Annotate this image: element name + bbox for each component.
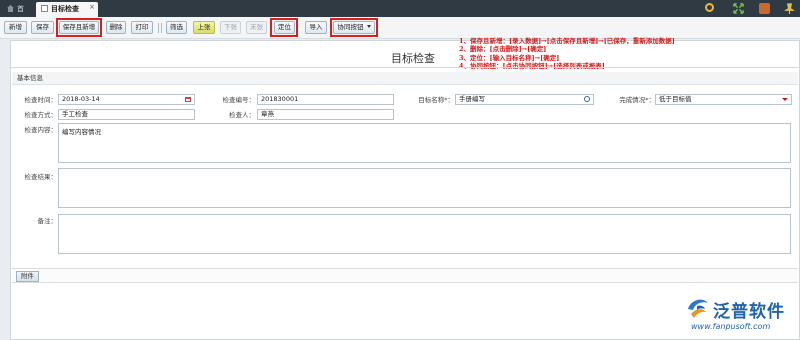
logo-url: www.fanpusoft.com <box>691 322 771 331</box>
check-result-label: 检查结果： <box>24 173 58 181</box>
save-button[interactable]: 保存 <box>31 21 54 34</box>
last-button[interactable]: 末张 <box>246 21 267 34</box>
section-basic-info: 基本信息 <box>12 72 798 85</box>
logo-mark-icon <box>688 299 708 318</box>
check-no-label: 检查编号： <box>222 96 256 104</box>
page-title: 目标检查 <box>391 52 435 65</box>
inspector-label: 检查人： <box>229 111 255 119</box>
locate-button[interactable]: 定位 <box>274 21 295 34</box>
chevron-down-icon[interactable] <box>782 98 788 101</box>
check-method-field[interactable]: 手工检查 <box>58 109 195 120</box>
user-icon[interactable] <box>759 3 770 14</box>
calendar-icon[interactable] <box>185 97 191 102</box>
expand-icon[interactable] <box>733 3 744 14</box>
target-name-value: 手册编写 <box>459 95 485 103</box>
toolbar-divider <box>161 23 162 33</box>
check-content-textarea[interactable]: 编写内容情况 <box>58 123 791 163</box>
document-icon <box>41 5 48 12</box>
next-button[interactable]: 下张 <box>220 21 241 34</box>
close-icon[interactable]: × <box>89 0 95 15</box>
note-line: 2、删除：[点击删除]→[确定] <box>459 45 547 54</box>
brand-logo: 泛普软件 www.fanpusoft.com <box>679 293 800 337</box>
check-result-textarea[interactable] <box>58 168 791 208</box>
toolbar-divider <box>158 23 159 33</box>
main-panel: 目标检查 1、保存且新增：[录入数据]→[点击保存且新增]→[已保存，重新添加数… <box>10 37 800 340</box>
completion-label: 完成情况*： <box>619 96 655 104</box>
import-button[interactable]: 导入 <box>305 21 327 34</box>
save-and-new-button[interactable]: 保存且新增 <box>59 21 99 34</box>
target-name-label: 目标名称*： <box>418 96 454 104</box>
remarks-label: 备注： <box>37 217 58 225</box>
top-tab-bar: 首页 目标检查 × <box>0 0 800 28</box>
check-content-value: 编写内容情况 <box>62 128 101 136</box>
chevron-down-icon <box>366 25 371 28</box>
remarks-textarea[interactable] <box>58 214 791 254</box>
toolbar: 新增 保存 保存且新增 删除 打印 筛选 上张 下张 末张 定位 导入 协同按钮 <box>0 17 800 39</box>
target-name-field[interactable]: 手册编写 <box>455 94 594 105</box>
check-no-field[interactable]: 201830001 <box>257 94 394 105</box>
add-button[interactable]: 新增 <box>4 21 27 34</box>
completion-select[interactable]: 低于目标值 <box>655 94 792 105</box>
completion-value: 低于目标值 <box>659 95 692 103</box>
search-icon[interactable] <box>584 96 590 102</box>
note-line: 3、定位：[输入目标名称]→[确定] <box>459 53 560 62</box>
check-method-value: 手工检查 <box>62 110 88 118</box>
check-no-value: 201830001 <box>261 95 299 103</box>
print-button[interactable]: 打印 <box>131 21 153 34</box>
collab-button-label: 协同按钮 <box>337 23 364 31</box>
check-content-label: 检查内容： <box>24 126 58 134</box>
check-method-label: 检查方式： <box>24 111 58 119</box>
delete-button[interactable]: 删除 <box>106 21 126 34</box>
tab-target-check[interactable]: 目标检查 × <box>36 2 98 17</box>
attachment-tab[interactable]: 附件 <box>16 271 39 282</box>
check-time-value: 2018-03-14 <box>62 95 100 103</box>
home-icon <box>7 5 14 12</box>
tab-target-check-label: 目标检查 <box>51 5 79 13</box>
tab-home[interactable]: 首页 <box>2 2 34 28</box>
search-icon[interactable] <box>705 3 714 12</box>
inspector-value: 章燕 <box>261 110 274 118</box>
logo-name: 泛普软件 <box>713 302 785 322</box>
divider <box>11 67 799 68</box>
filter-button[interactable]: 筛选 <box>166 21 187 34</box>
collab-button[interactable]: 协同按钮 <box>333 21 375 34</box>
pin-icon[interactable] <box>784 3 795 14</box>
instruction-notes: 1、保存且新增：[录入数据]→[点击保存且新增]→[已保存，重新添加数据] 2、… <box>459 37 675 71</box>
inspector-field[interactable]: 章燕 <box>257 109 394 120</box>
check-time-field[interactable]: 2018-03-14 <box>58 94 195 105</box>
attachment-bar: 附件 <box>12 268 798 283</box>
check-time-label: 检查时间： <box>24 96 58 104</box>
prev-button[interactable]: 上张 <box>193 21 215 34</box>
